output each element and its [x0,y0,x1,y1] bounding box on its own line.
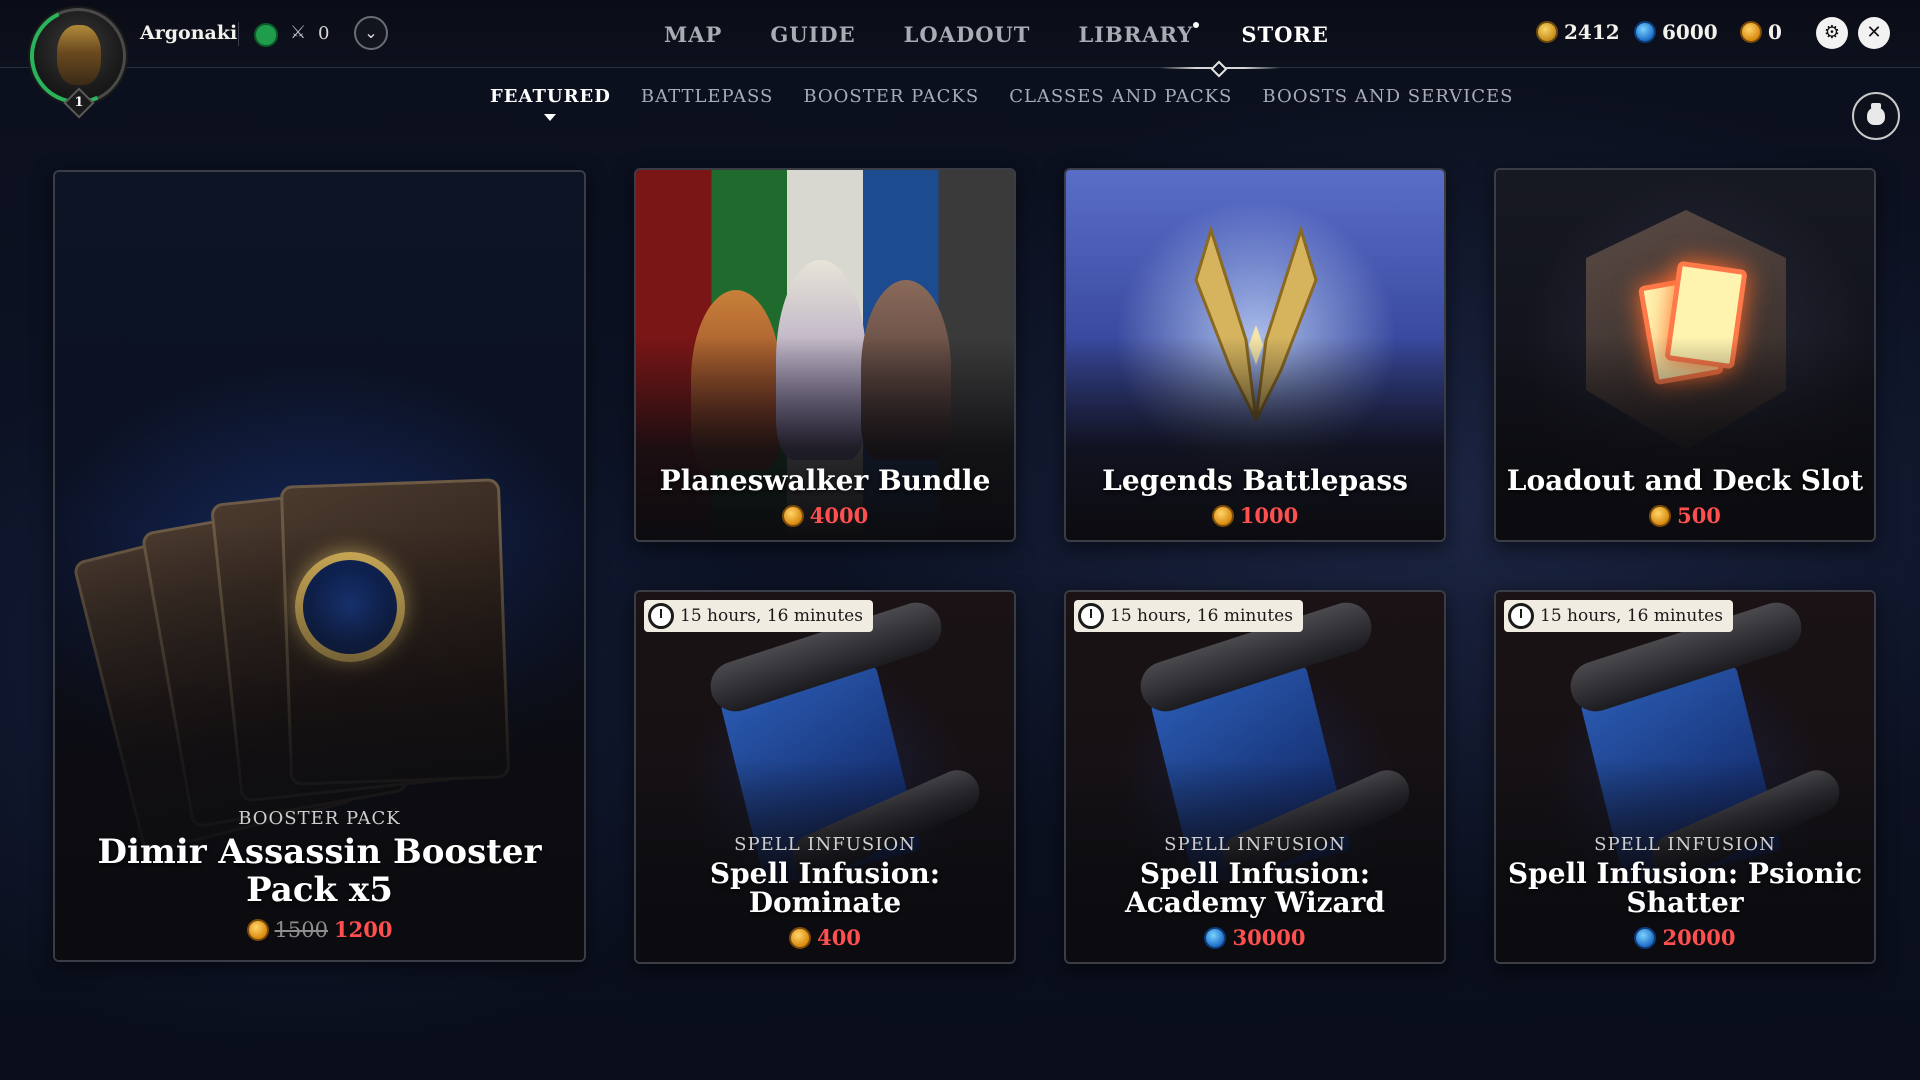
timer-text: 15 hours, 16 minutes [1540,606,1723,626]
price: 400 [817,925,861,950]
card-caption: BOOSTER PACK Dimir Assassin Booster Pack… [55,808,584,942]
card-caption: SPELL INFUSION Spell Infusion: Academy W… [1066,834,1444,950]
coins-icon [1649,504,1672,527]
price-row: 400 [636,925,1014,950]
player-name[interactable]: Argonaki [140,22,237,44]
store-card-loadout-deck-slot[interactable]: Loadout and Deck Slot 500 [1494,168,1876,542]
online-status-icon[interactable] [254,23,278,47]
level-value: 1 [74,95,84,110]
nav-library[interactable]: LIBRARY [1054,0,1217,68]
chevron-down-icon: ⌄ [364,23,378,42]
price-row: 500 [1496,503,1874,528]
gold-currency[interactable]: 2412 [1536,20,1620,44]
store-card-booster-pack[interactable]: BOOSTER PACK Dimir Assassin Booster Pack… [53,170,586,962]
card-caption: Planeswalker Bundle 4000 [636,466,1014,528]
price: 4000 [809,503,869,528]
store-card-spell-psionic-shatter[interactable]: 15 hours, 16 minutes SPELL INFUSION Spel… [1494,590,1876,964]
sale-price: 1200 [334,917,393,942]
coins-icon [789,926,812,949]
gems-amount: 6000 [1662,20,1718,44]
bag-icon [1867,107,1885,125]
active-nav-indicator [1160,60,1280,78]
price-row: 4000 [636,503,1014,528]
timer-text: 15 hours, 16 minutes [1110,606,1293,626]
store-subnav: FEATURED BATTLEPASS BOOSTER PACKS CLASSE… [490,86,1514,121]
offer-timer: 15 hours, 16 minutes [1074,600,1303,632]
store-card-planeswalker-bundle[interactable]: Planeswalker Bundle 4000 [634,168,1016,542]
gear-icon: ⚙ [1823,22,1841,43]
card-title: Dimir Assassin Booster Pack x5 [97,832,542,910]
divider [238,22,239,46]
gems-icon [1634,21,1656,43]
tab-battlepass[interactable]: BATTLEPASS [641,86,773,107]
gold-amount: 2412 [1564,20,1620,44]
original-price: 1500 [274,917,328,942]
card-kicker: SPELL INFUSION [734,834,916,855]
close-icon: ✕ [1866,22,1882,43]
nav-loadout[interactable]: LOADOUT [880,0,1055,68]
card-title: Loadout and Deck Slot [1506,464,1864,497]
rank-value: 0 [318,23,330,44]
price: 30000 [1232,925,1306,950]
offer-timer: 15 hours, 16 minutes [644,600,873,632]
clock-icon [1078,603,1104,629]
nav-guide[interactable]: GUIDE [746,0,879,68]
tab-featured[interactable]: FEATURED [490,86,611,121]
profile-dropdown-button[interactable]: ⌄ [354,16,388,50]
price-row: 1000 [1066,503,1444,528]
card-title: Legends Battlepass [1102,464,1408,497]
coins-icon [1740,21,1762,43]
clock-icon [648,603,674,629]
price: 20000 [1662,925,1736,950]
card-title: Spell Infusion: Academy Wizard [1125,857,1385,919]
price: 500 [1677,503,1721,528]
indicator-diamond [1210,60,1228,78]
coins-currency[interactable]: 0 [1740,20,1782,44]
nav-map[interactable]: MAP [640,0,746,68]
nav-library-label: LIBRARY [1078,22,1194,47]
store-card-legends-battlepass[interactable]: Legends Battlepass 1000 [1064,168,1446,542]
gold-icon [1536,21,1558,43]
gems-icon [1204,926,1227,949]
notification-dot [1193,22,1200,28]
timer-text: 15 hours, 16 minutes [680,606,863,626]
card-caption: Legends Battlepass 1000 [1066,466,1444,528]
close-button[interactable]: ✕ [1858,17,1890,49]
nav-store[interactable]: STORE [1217,0,1353,68]
card-kicker: SPELL INFUSION [1164,834,1346,855]
tab-boosts-and-services[interactable]: BOOSTS AND SERVICES [1262,86,1513,107]
store-card-spell-academy-wizard[interactable]: 15 hours, 16 minutes SPELL INFUSION Spel… [1064,590,1446,964]
card-kicker: BOOSTER PACK [238,808,401,829]
coins-icon [1211,504,1234,527]
inventory-button[interactable] [1852,92,1900,140]
card-title: Spell Infusion: Psionic Shatter [1507,857,1863,919]
offer-timer: 15 hours, 16 minutes [1504,600,1733,632]
tab-booster-packs[interactable]: BOOSTER PACKS [803,86,979,107]
caret-down-icon [544,114,557,121]
coins-amount: 0 [1768,20,1782,44]
price-row: 30000 [1066,925,1444,950]
settings-button[interactable]: ⚙ [1816,17,1848,49]
price-row: 20000 [1496,925,1874,950]
price-row: 1500 1200 [55,917,584,942]
gems-currency[interactable]: 6000 [1634,20,1718,44]
tab-featured-label: FEATURED [490,86,611,107]
gems-icon [1634,926,1657,949]
card-caption: SPELL INFUSION Spell Infusion: Dominate … [636,834,1014,950]
main-nav: MAP GUIDE LOADOUT LIBRARY STORE [640,0,1353,68]
card-title: Spell Infusion: Dominate [709,857,941,919]
coins-icon [246,918,269,941]
tab-classes-and-packs[interactable]: CLASSES AND PACKS [1009,86,1232,107]
rank-icon: ⚔ [290,22,307,43]
card-caption: Loadout and Deck Slot 500 [1496,466,1874,528]
card-caption: SPELL INFUSION Spell Infusion: Psionic S… [1496,834,1874,950]
card-kicker: SPELL INFUSION [1594,834,1776,855]
price: 1000 [1239,503,1299,528]
clock-icon [1508,603,1534,629]
card-title: Planeswalker Bundle [659,464,991,497]
coins-icon [781,504,804,527]
store-card-spell-dominate[interactable]: 15 hours, 16 minutes SPELL INFUSION Spel… [634,590,1016,964]
